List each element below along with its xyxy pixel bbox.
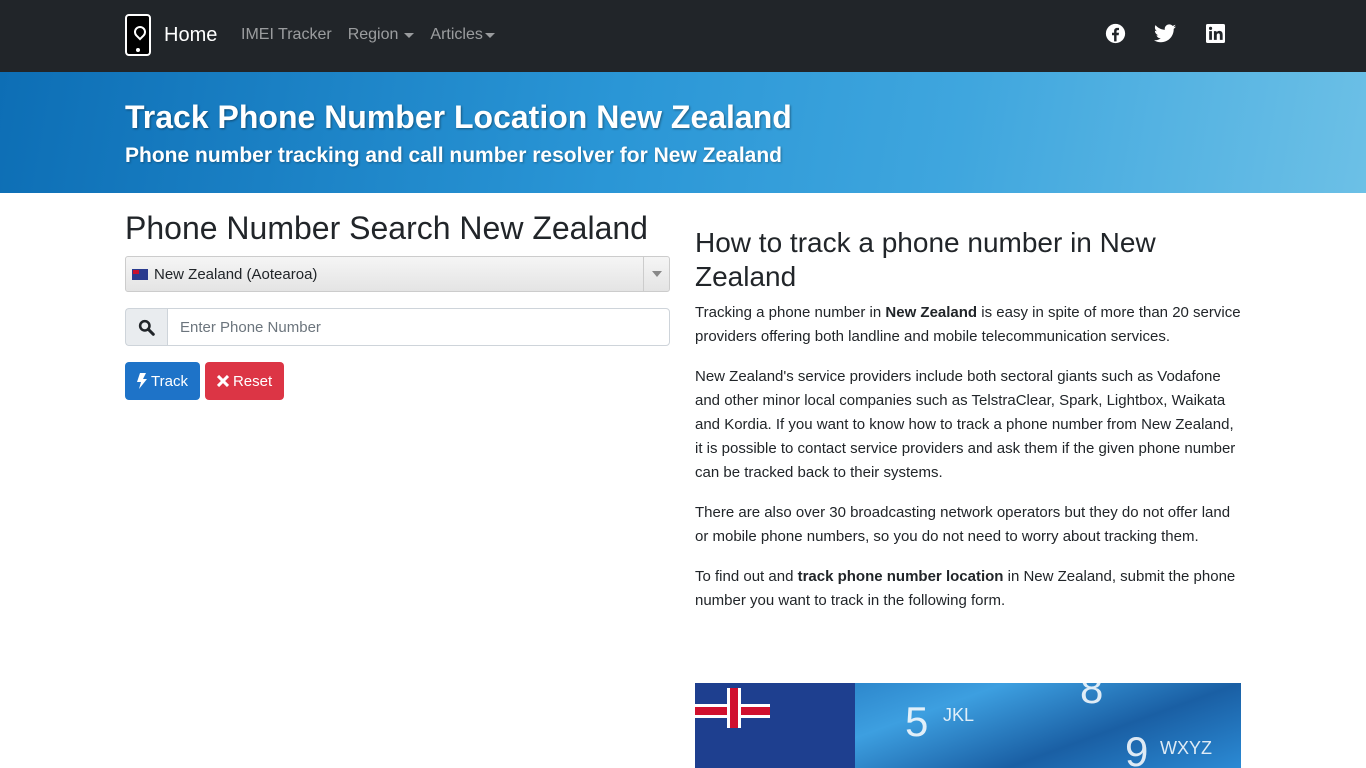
keypad-key: 8 [1080, 683, 1104, 712]
nav-menu: IMEI Tracker Region Articles [241, 26, 511, 44]
bolt-icon [137, 373, 147, 389]
nav-label: Articles [430, 26, 483, 43]
article-paragraph-1: Tracking a phone number in New Zealand i… [695, 301, 1241, 349]
nav-label: IMEI Tracker [241, 26, 332, 43]
reset-label: Reset [232, 372, 273, 390]
brand-label: Home [164, 23, 218, 46]
caret-down-icon [484, 32, 495, 38]
hero-banner: Track Phone Number Location New Zealand … [0, 72, 1366, 193]
navbar: Home IMEI Tracker Region Articles [0, 0, 1366, 72]
caret-down-icon [404, 32, 415, 38]
keypad-key: 5 [905, 698, 929, 745]
bold-text: track phone number location [797, 568, 1004, 586]
linkedin-icon [1205, 23, 1225, 43]
nz-keypad-banner-image: 5 JKL 8 9 WXYZ [695, 683, 1241, 768]
phone-input-group [125, 308, 670, 346]
country-selected-value: New Zealand (Aotearoa) [154, 265, 318, 283]
action-buttons: Track Reset [125, 362, 670, 400]
social-links [1104, 22, 1226, 44]
linkedin-link[interactable] [1204, 22, 1226, 44]
article-heading: How to track a phone number in New Zeala… [695, 227, 1156, 292]
article-paragraph-4: To find out and track phone number locat… [695, 565, 1241, 613]
nav-imei-tracker[interactable]: IMEI Tracker [241, 26, 332, 44]
search-icon [125, 308, 167, 346]
country-select[interactable]: New Zealand (Aotearoa) [125, 256, 670, 292]
phone-location-logo-icon [125, 14, 151, 56]
close-icon [216, 375, 229, 387]
nz-flag-icon [132, 268, 148, 280]
nav-region-dropdown[interactable]: Region [348, 26, 415, 44]
hero-title: Track Phone Number Location New Zealand [125, 99, 792, 135]
bold-text: New Zealand [885, 304, 978, 322]
keypad-letters: WXYZ [1160, 738, 1212, 758]
keypad-key: 9 [1125, 728, 1149, 768]
nav-articles-dropdown[interactable]: Articles [430, 26, 495, 44]
article: How to track a phone number in New Zeala… [695, 226, 1241, 629]
union-jack [695, 688, 770, 728]
twitter-icon [1154, 23, 1176, 42]
nav-label: Region [347, 26, 399, 43]
article-paragraph-3: There are also over 30 broadcasting netw… [695, 504, 1231, 546]
facebook-icon [1105, 23, 1125, 43]
reset-button[interactable]: Reset [204, 362, 285, 400]
search-heading: Phone Number Search New Zealand [125, 210, 648, 246]
track-button[interactable]: Track [125, 362, 200, 400]
article-paragraph-2: New Zealand's service providers include … [695, 368, 1236, 482]
keypad-letters: JKL [943, 705, 975, 725]
home-link[interactable]: Home [125, 14, 217, 56]
search-panel: Phone Number Search New Zealand New Zeal… [125, 210, 670, 400]
hero-subtitle: Phone number tracking and call number re… [125, 144, 782, 167]
facebook-link[interactable] [1104, 22, 1126, 44]
chevron-down-icon[interactable] [643, 257, 669, 291]
phone-number-input[interactable] [167, 308, 670, 346]
track-label: Track [151, 372, 188, 390]
text: Tracking a phone number in [695, 304, 886, 322]
text: To find out and [695, 568, 798, 586]
twitter-link[interactable] [1154, 22, 1176, 44]
